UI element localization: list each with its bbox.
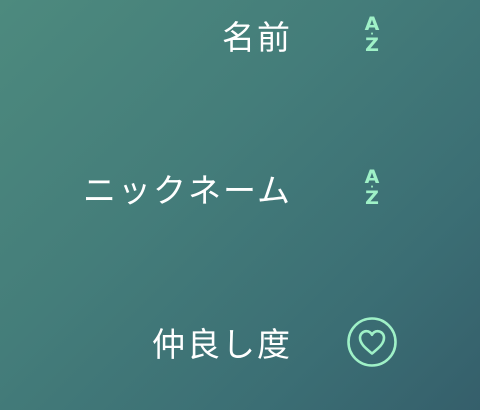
sort-by-name-option[interactable]: 名前 A · Z — [0, 5, 400, 65]
az-sort-icon: A · Z — [364, 166, 380, 209]
sort-by-nickname-option[interactable]: ニックネーム A · Z — [0, 158, 400, 218]
sort-by-friendship-option[interactable]: 仲良し度 — [0, 312, 400, 372]
sort-by-friendship-label: 仲良し度 — [152, 325, 292, 364]
heart-icon — [344, 312, 400, 372]
az-icon-letter-z: Z — [365, 34, 379, 56]
az-sort-icon: A · Z — [364, 13, 380, 56]
sort-by-name-label: 名前 — [222, 18, 292, 57]
sort-menu: 名前 A · Z ニックネーム A · Z 仲良し度 — [0, 0, 480, 410]
sort-by-nickname-label: ニックネーム — [82, 171, 292, 210]
az-icon-letter-z: Z — [365, 187, 379, 209]
